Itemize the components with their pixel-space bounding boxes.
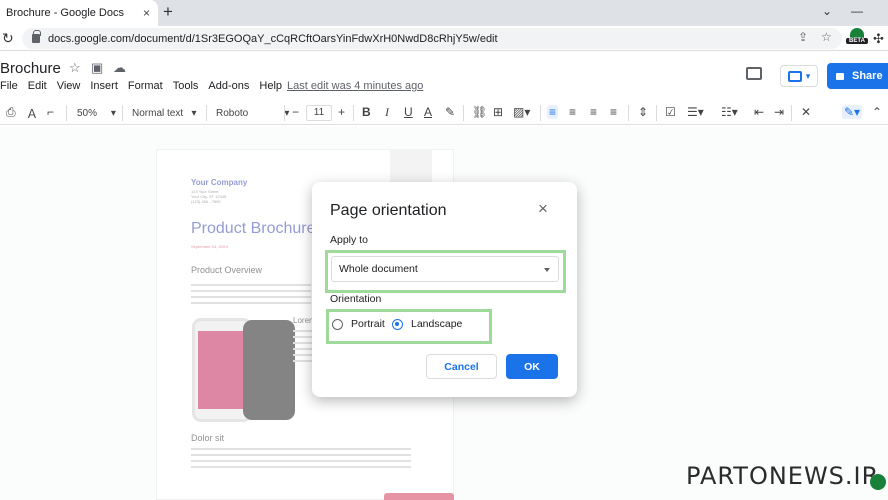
highlight-pen-icon[interactable]: ✎	[445, 105, 455, 119]
comment-history-icon[interactable]	[746, 67, 762, 80]
decrease-font-size-button[interactable]: −	[292, 105, 299, 119]
lock-icon	[32, 30, 41, 43]
toolbar-divider	[122, 105, 123, 121]
zoom-value: 50%	[77, 107, 98, 119]
toolbar-divider	[284, 105, 285, 121]
checklist-icon[interactable]: ☑	[665, 105, 676, 119]
menu-view[interactable]: View	[57, 80, 81, 92]
orientation-label: Orientation	[330, 293, 382, 305]
toolbar-divider	[66, 105, 67, 121]
font-select[interactable]: Roboto ▾	[216, 106, 289, 120]
minimize-icon[interactable]: —	[851, 4, 863, 18]
ok-button[interactable]: OK	[506, 354, 558, 379]
cancel-button[interactable]: Cancel	[426, 354, 497, 379]
italic-button[interactable]: I	[385, 105, 389, 120]
close-icon[interactable]: ×	[538, 200, 548, 218]
menu-tools[interactable]: Tools	[173, 80, 199, 92]
dropdown-caret-icon	[544, 268, 550, 272]
landscape-radio[interactable]	[392, 319, 403, 330]
document-title[interactable]: Brochure	[0, 60, 61, 77]
tab-search-chevron-icon[interactable]: ⌄	[822, 4, 832, 18]
line-spacing-icon[interactable]: ⇕	[638, 105, 648, 119]
tab-close-icon[interactable]: ×	[143, 6, 150, 20]
present-button[interactable]: ▾	[780, 65, 818, 87]
spellcheck-icon[interactable]: Ａ	[26, 105, 38, 122]
text-color-button[interactable]: A	[424, 105, 432, 119]
toolbar-divider	[791, 105, 792, 121]
numbered-list-icon[interactable]: ☷▾	[721, 105, 738, 119]
increase-font-size-button[interactable]: +	[338, 105, 345, 119]
bold-button[interactable]: B	[362, 105, 371, 119]
style-select[interactable]: Normal text ▾	[132, 106, 196, 120]
apply-to-select[interactable]: Whole document	[331, 256, 559, 282]
toolbar-divider	[540, 105, 541, 121]
underline-button[interactable]: U	[404, 105, 413, 119]
toolbar-divider	[628, 105, 629, 121]
menu-file[interactable]: File	[0, 80, 18, 92]
browser-tab[interactable]: Brochure - Google Docs ×	[0, 0, 158, 26]
bulleted-list-icon[interactable]: ☰▾	[687, 105, 704, 119]
explore-fab-icon[interactable]	[870, 474, 886, 490]
justify-icon[interactable]: ≡	[610, 105, 617, 119]
move-folder-icon[interactable]: ▣	[91, 60, 103, 76]
align-center-icon[interactable]: ≡	[569, 105, 576, 119]
decrease-indent-icon[interactable]: ⇤	[754, 105, 764, 119]
extension-logo	[850, 28, 864, 38]
increase-indent-icon[interactable]: ⇥	[774, 105, 784, 119]
menu-insert[interactable]: Insert	[90, 80, 118, 92]
page-orientation-dialog: Page orientation × Apply to Whole docume…	[312, 182, 577, 397]
collapse-menus-icon[interactable]: ⌃	[872, 105, 882, 119]
share-lock-icon	[836, 72, 844, 80]
share-page-icon[interactable]: ⇪	[798, 30, 808, 44]
print-icon[interactable]: ⎙	[6, 105, 16, 120]
star-icon[interactable]: ☆	[69, 60, 81, 76]
landscape-label[interactable]: Landscape	[411, 318, 462, 330]
format-toolbar: ⎙ Ａ ⌐ 50% ▾ Normal text ▾ Roboto ▾ − 11 …	[0, 101, 888, 125]
editing-mode-icon[interactable]: ✎▾	[842, 105, 863, 119]
menu-addons[interactable]: Add-ons	[208, 80, 249, 92]
font-value: Roboto	[216, 107, 249, 119]
watermark-text: PARTONEWS.IR	[686, 462, 880, 490]
font-size-input[interactable]: 11	[306, 105, 332, 121]
apply-to-label: Apply to	[330, 234, 368, 246]
clear-formatting-icon[interactable]: ✕	[801, 105, 811, 119]
link-icon[interactable]: ⛓	[472, 105, 487, 119]
last-edit-link[interactable]: Last edit was 4 minutes ago	[287, 80, 423, 92]
browser-address-bar: ↻ docs.google.com/document/d/1Sr3EGOQaY_…	[0, 26, 888, 51]
toolbar-divider	[656, 105, 657, 121]
share-button[interactable]: Share	[827, 63, 888, 89]
chevron-down-icon: ▾	[805, 70, 811, 81]
menu-format[interactable]: Format	[128, 80, 163, 92]
extensions-puzzle-icon[interactable]: ✣	[873, 31, 884, 47]
apply-to-value: Whole document	[339, 263, 418, 275]
toolbar-divider	[463, 105, 464, 121]
url-text: docs.google.com/document/d/1Sr3EGOQaY_cC…	[48, 32, 498, 45]
present-icon	[787, 70, 802, 82]
url-field[interactable]: docs.google.com/document/d/1Sr3EGOQaY_cC…	[22, 28, 842, 49]
menu-edit[interactable]: Edit	[28, 80, 47, 92]
paint-format-icon[interactable]: ⌐	[47, 105, 54, 119]
portrait-radio[interactable]	[332, 319, 343, 330]
zoom-select[interactable]: 50% ▾	[77, 106, 116, 120]
align-right-icon[interactable]: ≡	[590, 105, 597, 119]
insert-image-icon[interactable]: ▨▾	[513, 105, 530, 119]
style-value: Normal text	[132, 107, 184, 119]
extension-badge: BETA	[846, 38, 868, 44]
dialog-title: Page orientation	[330, 202, 447, 219]
toolbar-divider	[353, 105, 354, 121]
new-tab-icon[interactable]: +	[163, 3, 173, 21]
toolbar-divider	[206, 105, 207, 121]
reload-icon[interactable]: ↻	[2, 30, 14, 47]
menu-bar: File Edit View Insert Format Tools Add-o…	[0, 80, 292, 92]
tab-title: Brochure - Google Docs	[6, 7, 124, 19]
bookmark-star-icon[interactable]: ☆	[821, 30, 832, 44]
extension-beta-icon[interactable]: BETA	[846, 28, 868, 48]
browser-tab-bar: Brochure - Google Docs × + ⌄ —	[0, 0, 888, 26]
menu-help[interactable]: Help	[259, 80, 282, 92]
add-comment-icon[interactable]: ⊞	[493, 105, 503, 119]
portrait-label[interactable]: Portrait	[351, 318, 385, 330]
align-left-icon[interactable]: ≡	[547, 105, 559, 119]
cloud-status-icon[interactable]: ☁	[113, 60, 126, 76]
share-label: Share	[852, 70, 883, 82]
